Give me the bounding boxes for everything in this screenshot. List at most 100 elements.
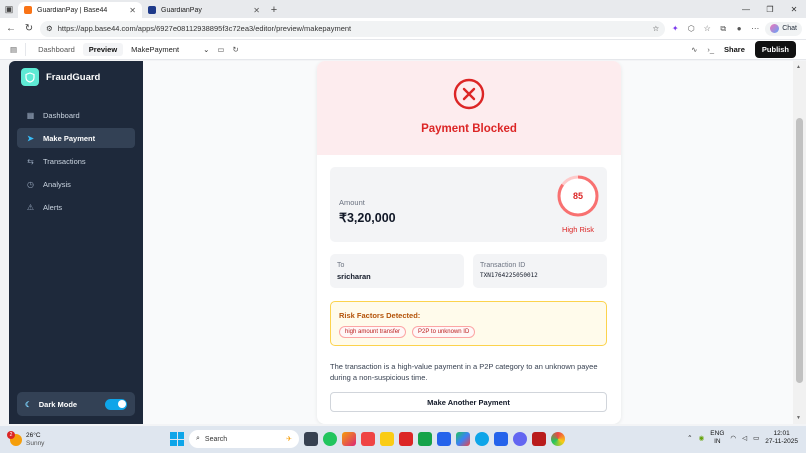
- browser-tab-strip: ▣ GuardianPay | Base44 ✕ GuardianPay ✕ +…: [0, 0, 806, 18]
- share-button[interactable]: Share: [724, 45, 745, 54]
- risk-score-value: 85: [572, 191, 583, 201]
- sidebar-item-label: Dashboard: [43, 110, 80, 120]
- browser-tab[interactable]: GuardianPay ✕: [142, 2, 266, 18]
- sidebar-item-label: Transactions: [43, 156, 86, 166]
- dark-mode-toggle[interactable]: [105, 398, 127, 410]
- url-bar[interactable]: ⚙ https://app.base44.com/apps/6927e08112…: [40, 20, 666, 37]
- battery-icon[interactable]: ▭: [753, 434, 759, 442]
- windows-start-icon[interactable]: [170, 432, 184, 446]
- recipient-panel: To sricharan: [330, 254, 464, 288]
- wifi-icon[interactable]: ◠: [730, 434, 736, 442]
- taskbar-search[interactable]: ⌕ Search ✈: [189, 430, 299, 448]
- extension-icon[interactable]: ✦: [669, 23, 681, 35]
- reload-icon[interactable]: ↻: [22, 22, 36, 36]
- window-controls: — ❐ ✕: [734, 0, 806, 18]
- file-explorer-dark-icon[interactable]: [304, 432, 318, 446]
- x-circle-icon: [453, 78, 485, 110]
- send-icon: ➤: [27, 133, 34, 143]
- volume-icon[interactable]: ◁: [742, 434, 747, 442]
- new-tab-button[interactable]: +: [266, 2, 282, 18]
- sidebar-nav: ▦ Dashboard ➤ Make Payment ⇆ Transaction…: [17, 105, 135, 220]
- risk-factors-title: Risk Factors Detected:: [339, 311, 421, 320]
- sidebar-item-make-payment[interactable]: ➤ Make Payment: [17, 128, 135, 148]
- clock[interactable]: 12:01 27-11-2025: [765, 430, 798, 446]
- weather-badge: 2: [7, 430, 15, 439]
- photos-icon[interactable]: [456, 432, 470, 446]
- preview-tab[interactable]: Preview: [82, 43, 124, 56]
- clock-date: 27-11-2025: [765, 438, 798, 445]
- close-tab-icon[interactable]: ✕: [253, 6, 260, 15]
- page-scrollbar[interactable]: ▲ ▼: [793, 61, 806, 424]
- recipient-value: sricharan: [337, 272, 371, 281]
- dark-mode-row: ☾ Dark Mode: [17, 392, 135, 416]
- editor-toolbar: ▤ Dashboard Preview MakePayment ⌄ ▭ ↻ ∿ …: [0, 40, 806, 60]
- region-code: IN: [714, 438, 721, 445]
- extensions-puzzle-icon[interactable]: ⬡: [685, 23, 697, 35]
- page-selector[interactable]: MakePayment ⌄: [131, 45, 209, 54]
- browser-tab-active[interactable]: GuardianPay | Base44 ✕: [18, 2, 142, 18]
- window-menu-icon[interactable]: ▣: [0, 0, 18, 18]
- favorites-icon[interactable]: ☆: [701, 23, 713, 35]
- vscode-icon[interactable]: [494, 432, 508, 446]
- language-code: ENG: [710, 430, 725, 437]
- instagram-icon[interactable]: [342, 432, 356, 446]
- sidebar-item-alerts[interactable]: ⚠ Alerts: [17, 197, 135, 217]
- sidebar-item-dashboard[interactable]: ▦ Dashboard: [17, 105, 135, 125]
- copilot-icon: [770, 24, 780, 33]
- clock-time: 12:01: [773, 430, 790, 437]
- store-icon[interactable]: [437, 432, 451, 446]
- site-info-icon[interactable]: ⚙: [46, 24, 53, 33]
- chrome-icon[interactable]: [551, 432, 565, 446]
- page-select-value: MakePayment: [131, 45, 180, 54]
- brand: FraudGuard: [21, 68, 100, 86]
- base44-favicon-icon: [24, 6, 32, 14]
- chevron-up-icon[interactable]: ⌃: [687, 434, 692, 442]
- taskbar-apps: ⌕ Search ✈: [170, 430, 565, 448]
- transaction-id-label: Transaction ID: [480, 262, 526, 269]
- moon-icon: ☾: [25, 399, 32, 409]
- sidebar-toggle-icon[interactable]: ▤: [10, 45, 17, 54]
- recipient-label: To: [337, 262, 345, 269]
- sun-icon: 2: [7, 430, 22, 446]
- folder-icon[interactable]: [380, 432, 394, 446]
- minimize-icon[interactable]: —: [734, 0, 758, 18]
- activity-icon[interactable]: ∿: [691, 45, 697, 54]
- scrollbar-thumb[interactable]: [796, 118, 803, 383]
- collections-icon[interactable]: ⧉: [717, 23, 729, 35]
- back-icon[interactable]: ←: [4, 22, 18, 36]
- youtube-icon[interactable]: [361, 432, 375, 446]
- profile-avatar-icon[interactable]: ●: [733, 23, 745, 35]
- wps-office-icon[interactable]: [399, 432, 413, 446]
- sidebar-item-transactions[interactable]: ⇆ Transactions: [17, 151, 135, 171]
- refresh-preview-icon[interactable]: ↻: [232, 45, 238, 54]
- scroll-down-icon[interactable]: ▼: [796, 415, 801, 421]
- sidebar-item-label: Analysis: [43, 179, 71, 189]
- sidebar-item-analysis[interactable]: ◷ Analysis: [17, 174, 135, 194]
- result-title: Payment Blocked: [421, 123, 517, 135]
- amount-panel: Amount ₹3,20,000 85 High Risk: [330, 167, 607, 242]
- bookmark-star-icon[interactable]: ☆: [652, 24, 659, 33]
- guardianpay-favicon-icon: [148, 6, 156, 14]
- chevron-down-icon: ⌄: [203, 45, 210, 54]
- scroll-up-icon[interactable]: ▲: [796, 64, 801, 70]
- make-another-payment-button[interactable]: Make Another Payment: [330, 392, 607, 412]
- chat-button[interactable]: Chat: [765, 21, 802, 36]
- calculator-icon[interactable]: [418, 432, 432, 446]
- app-sidebar: FraudGuard ▦ Dashboard ➤ Make Payment ⇆ …: [9, 61, 143, 424]
- dashboard-tab[interactable]: Dashboard: [32, 43, 81, 56]
- weather-condition: Sunny: [26, 439, 45, 447]
- tray-app-icon[interactable]: ◉: [699, 434, 705, 442]
- publish-button[interactable]: Publish: [754, 41, 796, 58]
- language-indicator[interactable]: ENG IN: [710, 430, 724, 446]
- terminal-icon[interactable]: ›_: [707, 45, 714, 54]
- more-menu-icon[interactable]: ⋯: [749, 23, 761, 35]
- restore-icon[interactable]: ❐: [758, 0, 782, 18]
- close-tab-icon[interactable]: ✕: [129, 6, 136, 15]
- discord-icon[interactable]: [513, 432, 527, 446]
- edge-icon[interactable]: [475, 432, 489, 446]
- mcafee-icon[interactable]: [532, 432, 546, 446]
- whatsapp-icon[interactable]: [323, 432, 337, 446]
- close-window-icon[interactable]: ✕: [782, 0, 806, 18]
- desktop-preview-icon[interactable]: ▭: [217, 45, 224, 54]
- weather-widget[interactable]: 2 26°C Sunny: [0, 430, 120, 448]
